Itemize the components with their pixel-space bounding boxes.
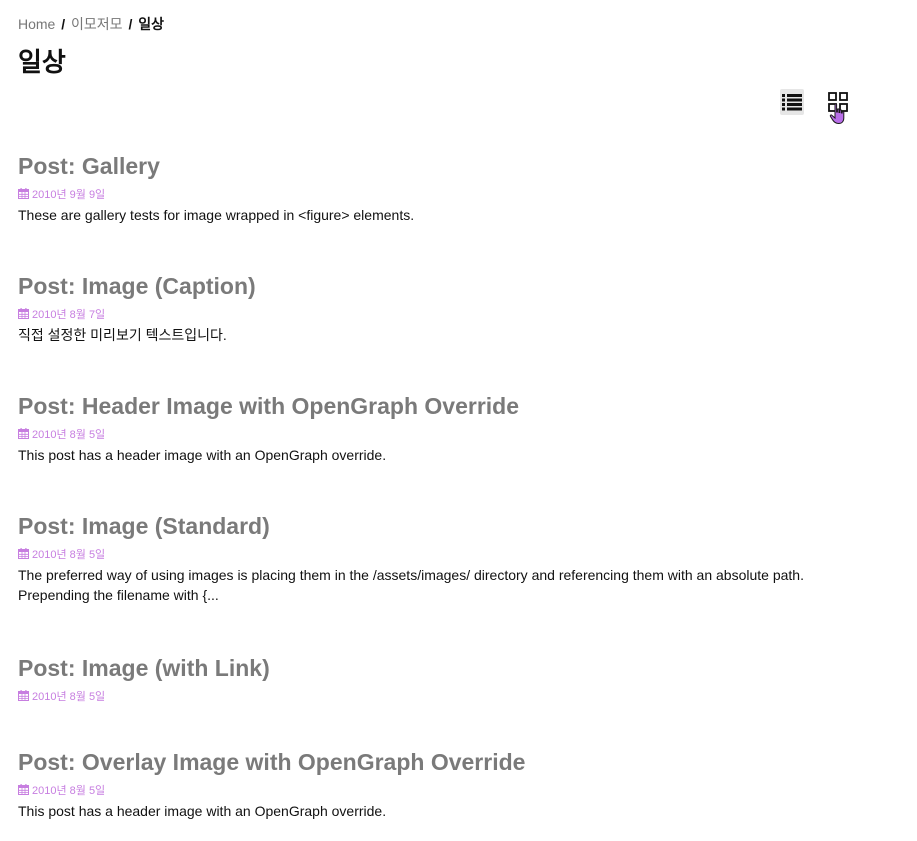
post-title-link[interactable]: Post: Overlay Image with OpenGraph Overr…	[18, 749, 877, 777]
post-date: 2010년 8월 7일	[18, 306, 877, 322]
post-date: 2010년 8월 5일	[18, 426, 877, 442]
post-title-link[interactable]: Post: Header Image with OpenGraph Overri…	[18, 393, 877, 421]
breadcrumb-home-link[interactable]: Home	[18, 16, 55, 32]
post-date-text: 2010년 8월 5일	[32, 548, 106, 561]
post-excerpt: These are gallery tests for image wrappe…	[18, 206, 415, 223]
breadcrumb-separator: /	[61, 16, 66, 32]
post-item: Post: Image (with Link) 2010년 8월 5일	[18, 655, 877, 704]
post-excerpt: This post has a header image with an Ope…	[18, 446, 387, 463]
post-excerpt: This post has a header image with an Ope…	[18, 802, 387, 819]
list-icon	[782, 94, 802, 111]
calendar-icon	[18, 548, 29, 560]
list-view-button[interactable]	[780, 89, 804, 115]
breadcrumb-separator: /	[128, 16, 133, 32]
post-date: 2010년 8월 5일	[18, 688, 877, 704]
breadcrumb-current: 일상	[138, 16, 164, 32]
post-item: Post: Image (Standard) 2010년 8월 5일 The p…	[18, 513, 877, 605]
post-date: 2010년 8월 5일	[18, 546, 877, 562]
calendar-icon	[18, 428, 29, 440]
post-title-link[interactable]: Post: Image (Standard)	[18, 513, 877, 541]
post-date-text: 2010년 9월 9일	[32, 188, 106, 201]
post-date-text: 2010년 8월 5일	[32, 428, 106, 441]
calendar-icon	[18, 308, 29, 320]
post-item: Post: Header Image with OpenGraph Overri…	[18, 393, 877, 465]
post-item: Post: Image (Caption) 2010년 8월 7일 직접 설정한…	[18, 273, 877, 345]
breadcrumb-category-link[interactable]: 이모저모	[71, 16, 123, 32]
calendar-icon	[18, 784, 29, 796]
post-excerpt: The preferred way of using images is pla…	[18, 566, 804, 603]
post-date: 2010년 9월 9일	[18, 186, 877, 202]
calendar-icon	[18, 690, 29, 702]
calendar-icon	[18, 188, 29, 200]
post-date-text: 2010년 8월 7일	[32, 308, 106, 321]
post-title-link[interactable]: Post: Gallery	[18, 153, 877, 181]
hand-cursor-icon	[829, 103, 845, 125]
post-item: Post: Overlay Image with OpenGraph Overr…	[18, 749, 877, 821]
breadcrumb: Home / 이모저모 / 일상	[18, 14, 164, 34]
post-item: Post: Gallery 2010년 9월 9일 These are gall…	[18, 153, 877, 225]
page-title: 일상	[18, 47, 66, 77]
post-date-text: 2010년 8월 5일	[32, 690, 106, 703]
post-excerpt: 직접 설정한 미리보기 텍스트입니다.	[18, 326, 227, 343]
post-title-link[interactable]: Post: Image (Caption)	[18, 273, 877, 301]
post-title-link[interactable]: Post: Image (with Link)	[18, 655, 877, 683]
post-date-text: 2010년 8월 5일	[32, 784, 106, 797]
post-date: 2010년 8월 5일	[18, 782, 877, 798]
